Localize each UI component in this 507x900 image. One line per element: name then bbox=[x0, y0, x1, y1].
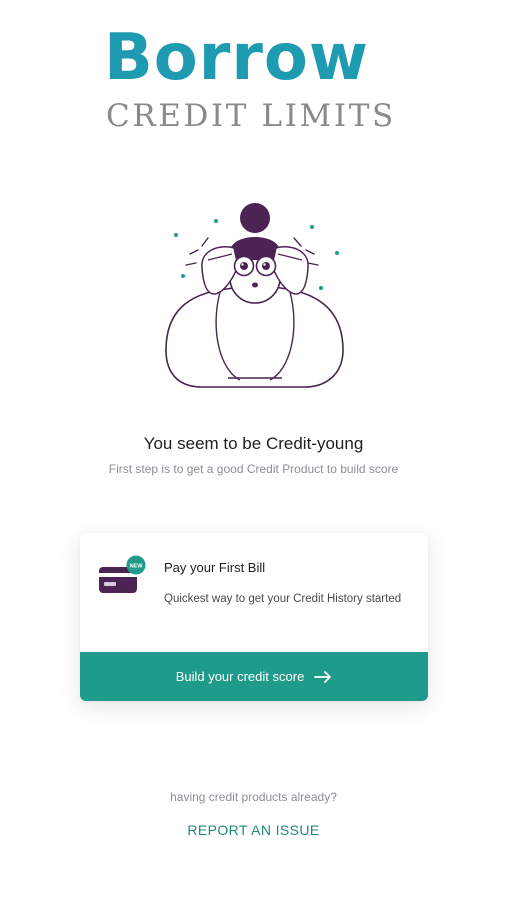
card-description: Quickest way to get your Credit History … bbox=[164, 593, 402, 605]
credit-card-icon: NEW bbox=[99, 555, 146, 593]
brand-title: Borrow bbox=[104, 21, 369, 95]
page-subline: First step is to get a good Credit Produ… bbox=[108, 462, 399, 476]
build-credit-score-button[interactable]: Build your credit score bbox=[80, 652, 428, 701]
page-headline: You seem to be Credit-young bbox=[143, 434, 364, 453]
first-bill-card: NEW Pay your First Bill Quickest way to … bbox=[80, 533, 428, 701]
card-title: Pay your First Bill bbox=[164, 560, 266, 575]
new-badge: NEW bbox=[130, 564, 144, 570]
existing-credit-question: having credit products already? bbox=[170, 790, 337, 804]
binoculars-person-illustration bbox=[165, 203, 344, 388]
arrow-right-icon bbox=[314, 670, 332, 683]
brand-logo: Borrow CREDIT LIMITS bbox=[0, 0, 507, 140]
brand-subtitle: CREDIT LIMITS bbox=[106, 98, 396, 134]
build-credit-score-label: Build your credit score bbox=[175, 669, 305, 684]
report-issue-link[interactable]: REPORT AN ISSUE bbox=[0, 822, 507, 838]
